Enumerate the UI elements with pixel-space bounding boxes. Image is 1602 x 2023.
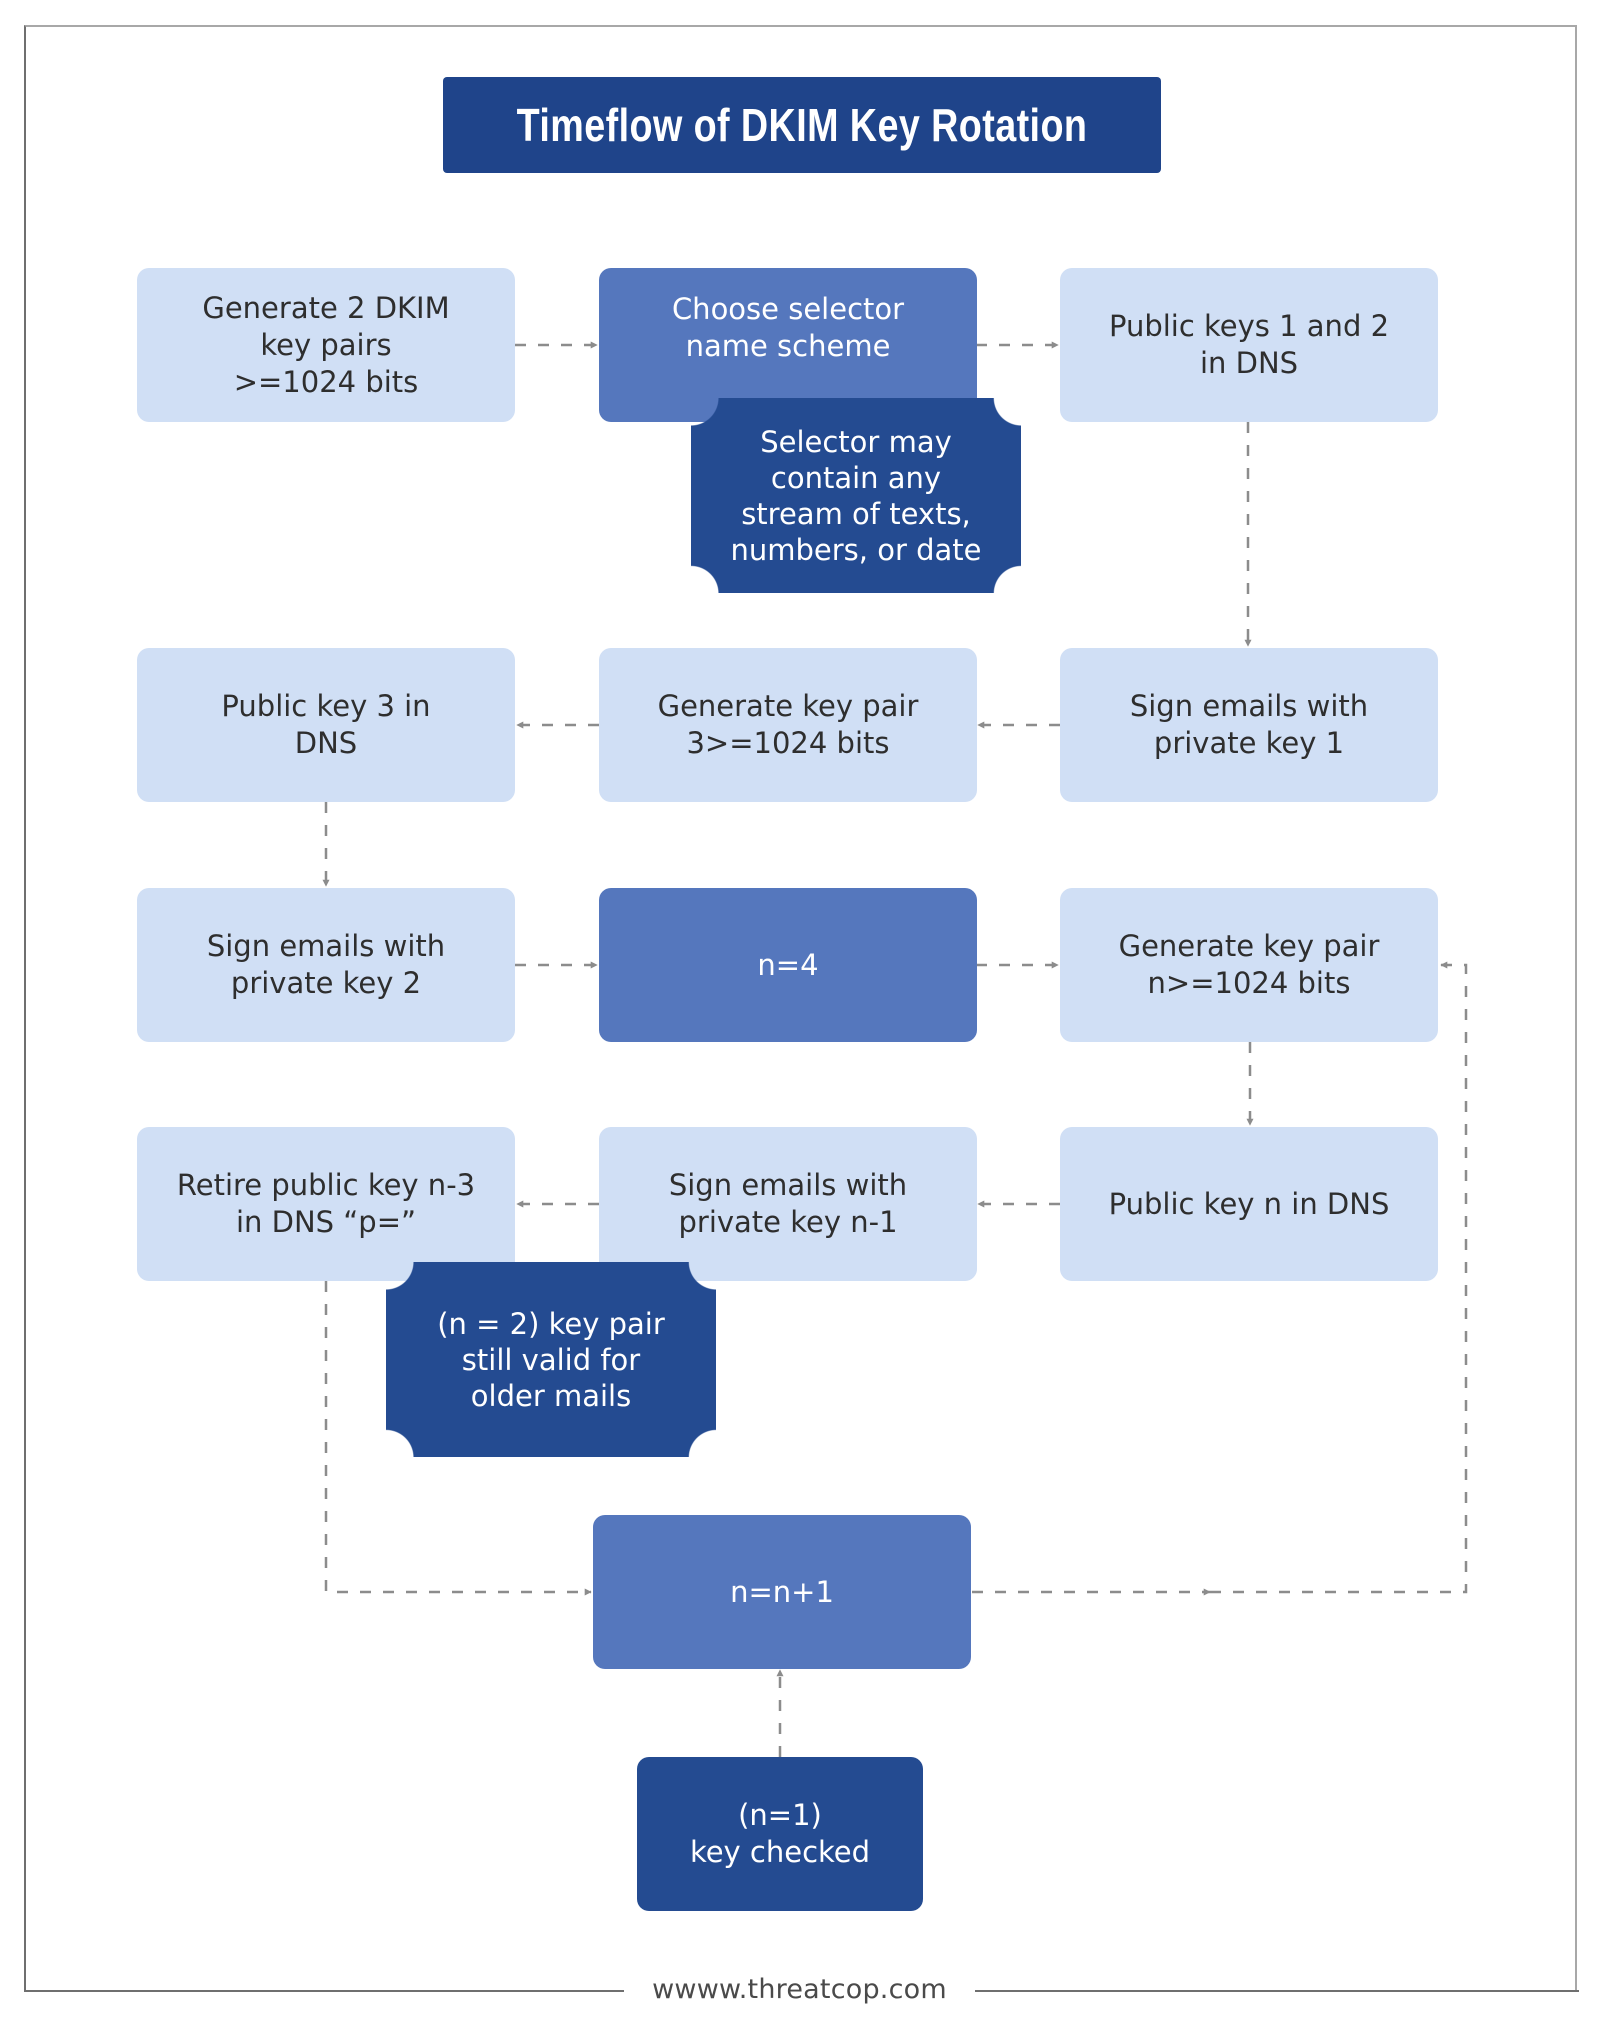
node-retire-public-key: Retire public key n-3 in DNS “p=” (137, 1127, 515, 1281)
node-label: Public key 3 in DNS (221, 689, 431, 760)
node-public-key-n: Public key n in DNS (1060, 1127, 1438, 1281)
node-generate-two-key-pairs: Generate 2 DKIM key pairs >=1024 bits (137, 268, 515, 422)
node-sign-private-key-2: Sign emails with private key 2 (137, 888, 515, 1042)
callout-selector-note: Selector may contain any stream of texts… (691, 398, 1021, 593)
callout-label: (n = 2) key pair still valid for older m… (437, 1306, 665, 1413)
node-label: (n=1) key checked (689, 1798, 871, 1869)
node-label: Sign emails with private key n-1 (668, 1168, 908, 1239)
callout-label: Selector may contain any stream of texts… (730, 424, 982, 567)
node-label: Public keys 1 and 2 in DNS (1108, 309, 1390, 380)
node-sign-private-key-1: Sign emails with private key 1 (1060, 648, 1438, 802)
node-generate-key-pair-n: Generate key pair n>=1024 bits (1060, 888, 1438, 1042)
node-increment-n: n=n+1 (593, 1515, 971, 1669)
callout-valid-note: (n = 2) key pair still valid for older m… (386, 1262, 716, 1457)
node-public-key-3: Public key 3 in DNS (137, 648, 515, 802)
node-key-checked: (n=1) key checked (637, 1757, 923, 1911)
node-label: Choose selector name scheme (671, 292, 905, 363)
node-n-equals-4: n=4 (599, 888, 977, 1042)
node-label: Generate key pair n>=1024 bits (1118, 929, 1380, 1000)
node-public-keys-1-2: Public keys 1 and 2 in DNS (1060, 268, 1438, 422)
node-label: n=n+1 (730, 1574, 834, 1609)
node-sign-private-key-n-1: Sign emails with private key n-1 (599, 1127, 977, 1281)
node-label: n=4 (757, 947, 819, 982)
node-label: Generate 2 DKIM key pairs >=1024 bits (202, 290, 450, 399)
node-label: Sign emails with private key 2 (206, 929, 446, 1000)
node-label: Public key n in DNS (1108, 1186, 1390, 1221)
node-label: Generate key pair 3>=1024 bits (657, 689, 919, 760)
node-label: Sign emails with private key 1 (1129, 689, 1369, 760)
node-label: Retire public key n-3 in DNS “p=” (176, 1168, 476, 1239)
node-generate-key-pair-3: Generate key pair 3>=1024 bits (599, 648, 977, 802)
